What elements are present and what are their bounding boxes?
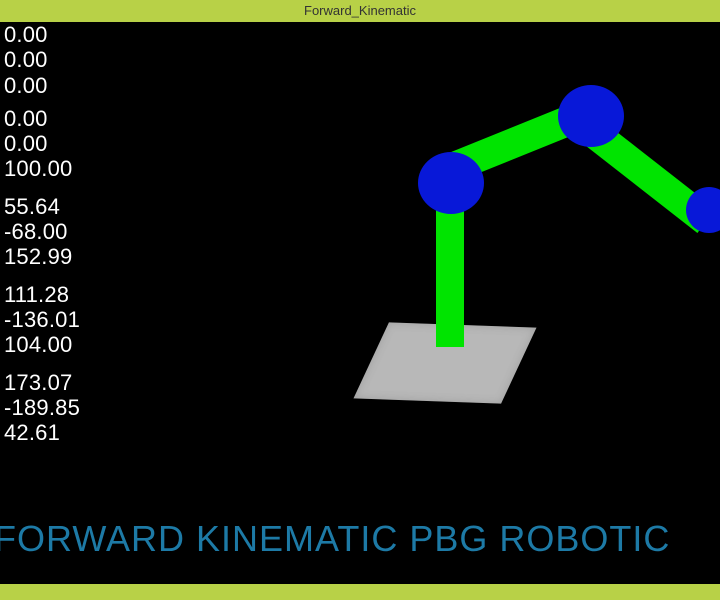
coord-value: 0.00 bbox=[4, 106, 80, 131]
window-title: Forward_Kinematic bbox=[304, 3, 416, 18]
coord-value: 104.00 bbox=[4, 332, 80, 357]
coord-value: -136.01 bbox=[4, 307, 80, 332]
coord-value: 0.00 bbox=[4, 47, 80, 72]
banner-text: FORWARD KINEMATIC PBG ROBOTIC bbox=[0, 518, 670, 560]
coord-group-1: 0.00 0.00 0.00 bbox=[4, 22, 80, 98]
coord-group-2: 0.00 0.00 100.00 bbox=[4, 106, 80, 182]
coord-group-4: 111.28 -136.01 104.00 bbox=[4, 282, 80, 358]
viewport-3d[interactable]: 0.00 0.00 0.00 0.00 0.00 100.00 55.64 -6… bbox=[0, 22, 720, 584]
app-window: Forward_Kinematic 0.00 0.00 0.00 0.00 0.… bbox=[0, 0, 720, 600]
bottombar bbox=[0, 584, 720, 600]
coord-value: 55.64 bbox=[4, 194, 80, 219]
coord-value: 0.00 bbox=[4, 131, 80, 156]
coord-value: 152.99 bbox=[4, 244, 80, 269]
joint-shoulder bbox=[418, 152, 484, 214]
coord-value: 173.07 bbox=[4, 370, 80, 395]
robot-arm bbox=[350, 87, 720, 407]
coord-group-3: 55.64 -68.00 152.99 bbox=[4, 194, 80, 270]
coord-value: -189.85 bbox=[4, 395, 80, 420]
coord-value: -68.00 bbox=[4, 219, 80, 244]
coord-value: 42.61 bbox=[4, 420, 80, 445]
coordinate-readout: 0.00 0.00 0.00 0.00 0.00 100.00 55.64 -6… bbox=[4, 22, 80, 457]
joint-elbow bbox=[558, 85, 624, 147]
coord-value: 100.00 bbox=[4, 156, 80, 181]
coord-value: 0.00 bbox=[4, 22, 80, 47]
link-vertical bbox=[436, 202, 464, 347]
coord-group-5: 173.07 -189.85 42.61 bbox=[4, 370, 80, 446]
coord-value: 111.28 bbox=[4, 282, 80, 307]
coord-value: 0.00 bbox=[4, 73, 80, 98]
titlebar[interactable]: Forward_Kinematic bbox=[0, 0, 720, 22]
